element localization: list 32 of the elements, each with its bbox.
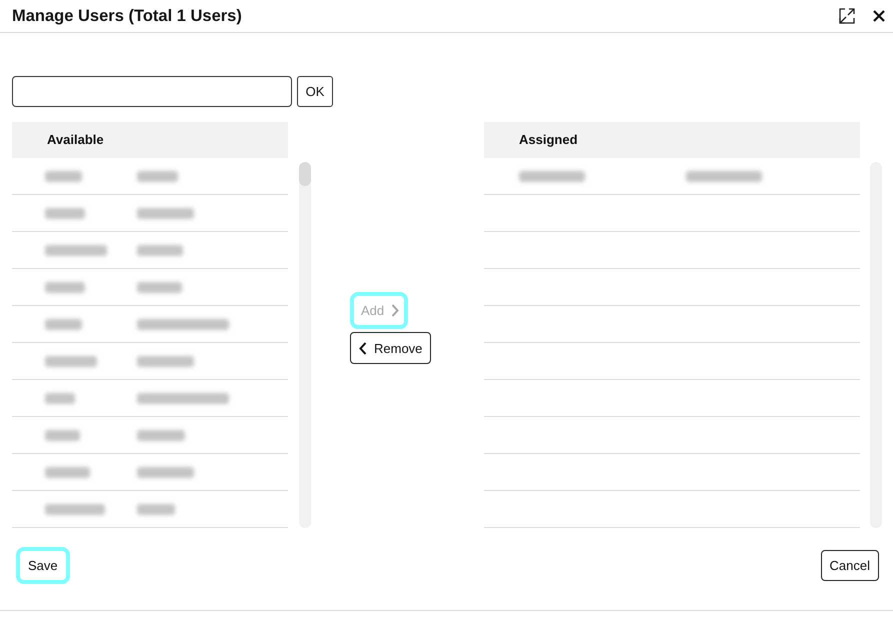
blurred-text	[45, 208, 85, 218]
blurred-text	[45, 282, 85, 292]
save-button[interactable]: Save	[16, 547, 70, 584]
blurred-text	[137, 504, 175, 514]
blurred-text	[45, 356, 97, 366]
blurred-text	[137, 170, 178, 182]
search-field[interactable]	[12, 76, 292, 107]
window-title: Manage Users (Total 1 Users)	[12, 6, 242, 26]
blurred-text	[45, 170, 82, 182]
blurred-text	[137, 282, 182, 292]
blurred-text	[137, 208, 194, 218]
blurred-text	[45, 466, 90, 478]
blurred-text	[45, 244, 107, 256]
expand-icon[interactable]	[839, 8, 855, 24]
blurred-text	[137, 430, 185, 440]
blurred-text	[137, 244, 183, 256]
blurred-text	[519, 170, 585, 182]
column-header: Assigned	[484, 122, 860, 158]
chevron-right-icon	[391, 304, 400, 317]
blurred-text	[45, 318, 82, 330]
chevron-left-icon	[359, 342, 367, 354]
scrollbar-thumb[interactable]	[299, 162, 311, 186]
cancel-button[interactable]: Cancel	[820, 550, 879, 581]
column-header: Available	[12, 122, 288, 158]
close-icon[interactable]	[873, 10, 885, 22]
blurred-text	[137, 356, 194, 366]
ok-button[interactable]: OK	[297, 76, 333, 107]
blurred-text	[45, 392, 75, 404]
blurred-text	[137, 466, 194, 478]
blurred-text	[45, 430, 80, 440]
blurred-text	[45, 504, 105, 514]
remove-button[interactable]: Remove	[350, 332, 432, 364]
